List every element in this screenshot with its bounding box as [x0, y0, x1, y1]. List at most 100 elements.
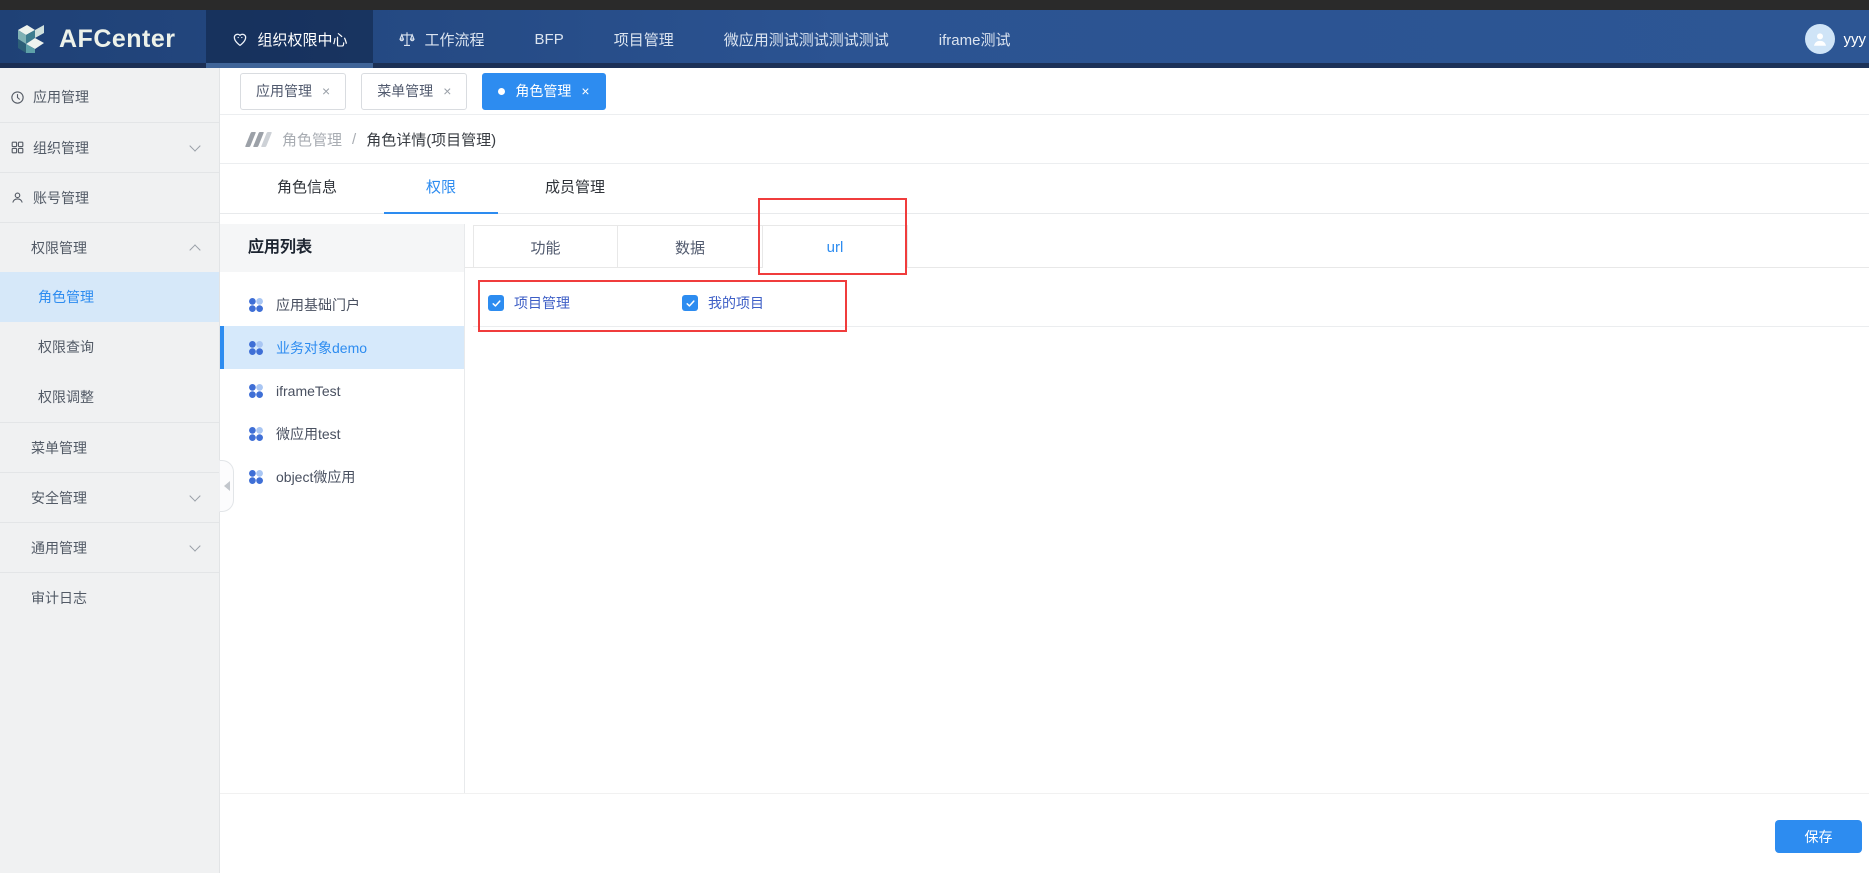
top-navbar: AFCenter 组织权限中心 工作流程 BFP 项目管理 微应用测试测试测试测… [0, 10, 1869, 68]
app-item-label: 微应用test [276, 425, 341, 442]
sidebar-collapse-handle[interactable] [219, 460, 234, 512]
checkbox-item-project-mgmt[interactable]: 项目管理 [488, 293, 682, 313]
checkbox-checked-icon[interactable] [682, 295, 698, 311]
window-top-strip [0, 0, 1869, 10]
sidebar-label: 组织管理 [33, 139, 89, 156]
app-grid-icon [248, 340, 264, 356]
tab-function-perm[interactable]: 功能 [473, 225, 618, 268]
brand: AFCenter [0, 10, 206, 68]
sidebar-item-audit-log[interactable]: 审计日志 [0, 572, 219, 622]
sidebar-item-security-mgmt[interactable]: 安全管理 [0, 472, 219, 522]
content-area: 应用管理 × 菜单管理 × 角色管理 × 角色管理 / 角色详情(项目管理) 角… [220, 68, 1869, 873]
app-list: 应用基础门户 业务对象demo iframeTest 微应用test objec… [220, 272, 464, 498]
app-item-base-portal[interactable]: 应用基础门户 [220, 283, 464, 326]
checkbox-label: 我的项目 [708, 295, 764, 311]
username: yyy [1843, 30, 1867, 48]
app-list-panel: 应用列表 应用基础门户 业务对象demo iframeTest 微应用test … [220, 224, 465, 793]
open-tab-menu-mgmt[interactable]: 菜单管理 × [361, 72, 468, 110]
topnav-label: 组织权限中心 [257, 31, 348, 49]
breadcrumb-parent[interactable]: 角色管理 [282, 129, 342, 150]
permission-panel: 功能 数据 url 项目管理 我的项目 [465, 224, 1869, 793]
afcenter-logo-icon [14, 22, 48, 56]
sidebar-label: 菜单管理 [31, 439, 87, 456]
detail-tabs: 角色信息 权限 成员管理 [220, 164, 1869, 214]
topnav-items: 组织权限中心 工作流程 BFP 项目管理 微应用测试测试测试测试 iframe测… [205, 10, 1036, 68]
app-item-business-object-demo[interactable]: 业务对象demo [220, 326, 464, 369]
app-grid-icon [248, 297, 264, 313]
tab-data-perm[interactable]: 数据 [618, 225, 763, 268]
breadcrumb: 角色管理 / 角色详情(项目管理) [220, 115, 1869, 164]
sidebar-label: 安全管理 [31, 489, 87, 506]
sidebar-label: 通用管理 [31, 539, 87, 556]
topnav-item-bfp[interactable]: BFP [510, 10, 589, 68]
brand-name: AFCenter [59, 24, 176, 53]
close-icon[interactable]: × [443, 83, 451, 99]
active-dot-icon [498, 87, 506, 95]
close-icon[interactable]: × [322, 83, 330, 99]
checkbox-item-my-projects[interactable]: 我的项目 [682, 293, 876, 313]
tab-permissions[interactable]: 权限 [380, 164, 502, 214]
sidebar-item-general-mgmt[interactable]: 通用管理 [0, 522, 219, 572]
user-menu[interactable]: yyy [1804, 10, 1869, 68]
user-icon [10, 190, 25, 205]
open-tab-app-mgmt[interactable]: 应用管理 × [240, 72, 347, 110]
open-tab-label: 菜单管理 [377, 83, 434, 99]
sidebar-item-app-mgmt[interactable]: 应用管理 [0, 72, 219, 122]
sidebar-item-account-mgmt[interactable]: 账号管理 [0, 172, 219, 222]
app-item-microapp-test[interactable]: 微应用test [220, 412, 464, 455]
app-item-iframe-test[interactable]: iframeTest [220, 369, 464, 412]
sidebar-label: 权限调整 [38, 389, 94, 405]
url-permission-row: 项目管理 我的项目 [473, 280, 1869, 327]
topnav-label: BFP [534, 30, 564, 48]
topnav-label: iframe测试 [938, 31, 1011, 49]
sidebar-label: 权限查询 [38, 339, 94, 355]
user-avatar-icon [1804, 24, 1835, 54]
app-grid-icon [248, 469, 264, 485]
breadcrumb-bars-icon [244, 131, 273, 147]
footer-bar: 保存 [220, 793, 1869, 873]
sidebar-item-perm-query[interactable]: 权限查询 [0, 322, 219, 372]
open-tab-role-mgmt[interactable]: 角色管理 × [482, 72, 606, 110]
topnav-item-microapp-test[interactable]: 微应用测试测试测试测试 [699, 10, 914, 68]
save-button[interactable]: 保存 [1775, 820, 1862, 853]
chevron-up-icon [189, 244, 201, 256]
checkbox-label: 项目管理 [514, 295, 570, 311]
topnav-item-project-mgmt[interactable]: 项目管理 [589, 10, 699, 68]
app-item-label: 业务对象demo [276, 339, 368, 356]
sidebar-label: 审计日志 [31, 589, 87, 606]
sidebar-item-role-mgmt[interactable]: 角色管理 [0, 272, 219, 322]
tab-url-perm[interactable]: url [763, 225, 908, 268]
topnav-label: 工作流程 [424, 31, 485, 49]
app-list-title: 应用列表 [220, 224, 464, 272]
permission-type-tabs: 功能 数据 url [465, 225, 1869, 268]
checkbox-checked-icon[interactable] [488, 295, 504, 311]
topnav-label: 微应用测试测试测试测试 [723, 31, 889, 49]
chevron-down-icon [189, 540, 201, 552]
heart-icon [231, 30, 249, 48]
chevron-down-icon [189, 490, 201, 502]
collapse-left-icon [223, 481, 230, 491]
app-item-label: iframeTest [276, 382, 341, 399]
sidebar-item-perm-adjust[interactable]: 权限调整 [0, 372, 219, 422]
app-item-label: object微应用 [276, 468, 356, 485]
sidebar-label: 权限管理 [31, 239, 87, 256]
open-tabs-bar: 应用管理 × 菜单管理 × 角色管理 × [220, 68, 1869, 115]
open-tab-label: 应用管理 [256, 83, 312, 99]
close-icon[interactable]: × [581, 83, 589, 99]
sidebar-label: 应用管理 [33, 89, 89, 105]
chevron-down-icon [189, 140, 201, 152]
app-item-object-microapp[interactable]: object微应用 [220, 455, 464, 498]
app-grid-icon [248, 383, 264, 399]
sidebar-label: 角色管理 [38, 289, 94, 305]
topnav-item-org-perm-center[interactable]: 组织权限中心 [205, 10, 373, 68]
sidebar-item-org-mgmt[interactable]: 组织管理 [0, 122, 219, 172]
clock-icon [10, 90, 25, 105]
tab-role-info[interactable]: 角色信息 [246, 164, 368, 213]
sidebar-item-menu-mgmt[interactable]: 菜单管理 [0, 422, 219, 472]
tab-member-mgmt[interactable]: 成员管理 [514, 164, 636, 213]
sidebar-label: 账号管理 [33, 189, 89, 206]
topnav-item-workflow[interactable]: 工作流程 [373, 10, 510, 68]
sidebar-item-perm-mgmt[interactable]: 权限管理 [0, 222, 219, 272]
main-panel: 应用列表 应用基础门户 业务对象demo iframeTest 微应用test … [220, 224, 1869, 793]
topnav-item-iframe-test[interactable]: iframe测试 [914, 10, 1036, 68]
